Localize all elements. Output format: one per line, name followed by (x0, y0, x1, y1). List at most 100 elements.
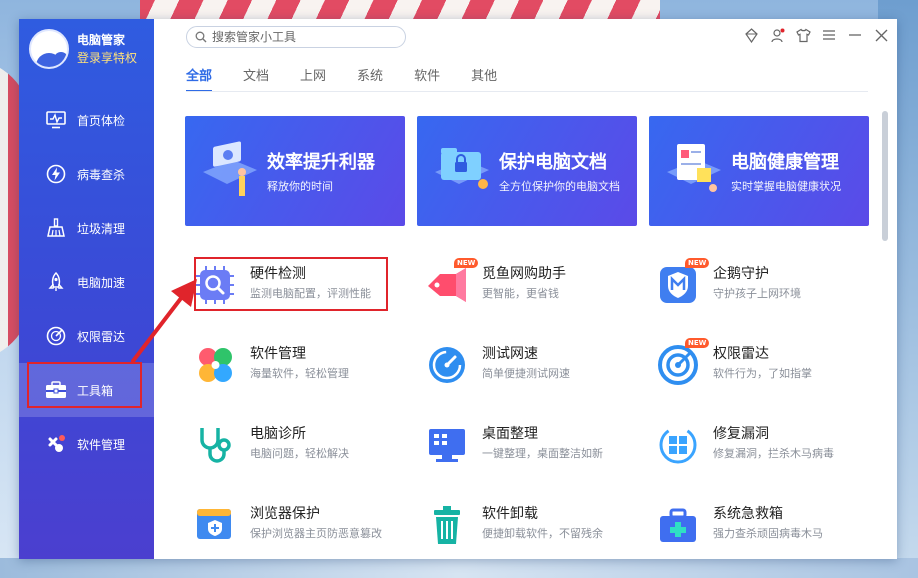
sidebar-item-label: 首页体检 (77, 113, 126, 128)
tool-desc: 简单便捷测试网速 (482, 367, 570, 380)
banner-efficiency[interactable]: 效率提升利器 释放你的时间 (185, 116, 405, 226)
broom-icon (45, 217, 67, 239)
new-badge: NEW (685, 258, 710, 268)
banner-title: 效率提升利器 (267, 152, 375, 173)
banner-row: 效率提升利器 释放你的时间 保护电脑文档 全方位保护你的电脑文档 电脑健康管理 … (185, 116, 869, 226)
tool-uninstall-software[interactable]: 软件卸载 便捷卸载软件，不留残余 (426, 504, 646, 559)
trash-icon (426, 504, 468, 546)
tool-system-first-aid[interactable]: 系统急救箱 强力查杀顽固病毒木马 (657, 504, 877, 559)
tool-name: 电脑诊所 (250, 426, 306, 442)
banner-title: 保护电脑文档 (499, 152, 607, 173)
background-balloon-top (140, 0, 660, 20)
tool-name: 浏览器保护 (250, 506, 320, 522)
banner-subtitle: 实时掌握电脑健康状况 (731, 180, 841, 193)
desktop-grid-icon (426, 424, 468, 466)
tool-desc: 便捷卸载软件，不留残余 (482, 527, 603, 540)
banner-health-manage[interactable]: 电脑健康管理 实时掌握电脑健康状况 (649, 116, 869, 226)
tool-name: 企鹅守护 (713, 266, 769, 282)
tool-speed-test[interactable]: 测试网速 简单便捷测试网速 (426, 344, 646, 404)
search-icon (195, 28, 207, 47)
tool-pc-clinic[interactable]: 电脑诊所 电脑问题，轻松解决 (194, 424, 414, 484)
sidebar-item-junk-clean[interactable]: 垃圾清理 (19, 201, 154, 255)
sidebar-item-software-manager[interactable]: 软件管理 (19, 417, 154, 471)
new-badge: NEW (454, 258, 479, 268)
app-window: 电脑管家 登录享特权 首页体检 病毒查杀 垃圾清理 电脑加速 权限雷达 工具箱 … (19, 19, 897, 559)
tool-name: 权限雷达 (713, 346, 769, 362)
banner-title: 电脑健康管理 (731, 152, 839, 173)
folder-lock-illustration (435, 148, 489, 189)
tool-desktop-organize[interactable]: 桌面整理 一键整理，桌面整洁如新 (426, 424, 646, 484)
lightning-shield-icon (45, 163, 67, 185)
sidebar-item-label: 软件管理 (77, 437, 126, 452)
stethoscope-icon (194, 424, 236, 466)
tool-desc: 海量软件，轻松管理 (250, 367, 349, 380)
laptop-person-illustration (203, 141, 257, 196)
profile[interactable]: 电脑管家 登录享特权 (29, 29, 137, 69)
fish-tag-icon: NEW (426, 258, 479, 306)
speedometer-icon (426, 344, 468, 386)
tab-internet[interactable]: 上网 (300, 65, 326, 92)
tab-other[interactable]: 其他 (471, 65, 497, 92)
tool-desc: 守护孩子上网环境 (713, 287, 801, 300)
sidebar-item-label: 电脑加速 (77, 275, 126, 290)
tool-software-manager[interactable]: 软件管理 海量软件，轻松管理 (194, 344, 414, 404)
tool-name: 测试网速 (482, 346, 538, 362)
tab-documents[interactable]: 文档 (243, 65, 269, 92)
highlight-box-toolbox (27, 362, 142, 408)
tab-software[interactable]: 软件 (414, 65, 440, 92)
skin-diamond-icon[interactable] (743, 27, 759, 43)
tool-desc: 修复漏洞，拦杀木马病毒 (713, 447, 834, 460)
health-report-illustration (667, 144, 721, 192)
shirt-skin-icon[interactable] (795, 27, 811, 43)
sidebar-item-home-checkup[interactable]: 首页体检 (19, 93, 154, 147)
search-box[interactable] (186, 26, 406, 48)
tool-shopping-assistant[interactable]: NEW 觅鱼网购助手 更智能，更省钱 (426, 258, 646, 324)
windows-repair-icon (657, 424, 699, 466)
banner-subtitle: 释放你的时间 (267, 180, 333, 193)
tool-desc: 保护浏览器主页防恶意篡改 (250, 527, 382, 540)
highlight-box-hardware-check (194, 257, 388, 311)
tool-desc: 更智能，更省钱 (482, 287, 559, 300)
tool-name: 系统急救箱 (713, 506, 783, 522)
new-badge: NEW (685, 338, 710, 348)
tab-divider (186, 91, 868, 92)
monitor-icon (45, 109, 67, 131)
sidebar-item-label: 权限雷达 (77, 329, 126, 344)
radar-icon (45, 325, 67, 347)
menu-icon[interactable] (821, 27, 837, 43)
apps-icon (45, 433, 67, 455)
close-icon[interactable] (873, 27, 889, 43)
tab-system[interactable]: 系统 (357, 65, 383, 92)
tool-name: 软件卸载 (482, 506, 538, 522)
browser-shield-icon (194, 504, 236, 546)
shield-m-icon: NEW (657, 258, 710, 306)
tool-name: 修复漏洞 (713, 426, 769, 442)
tool-desc: 电脑问题，轻松解决 (250, 447, 349, 460)
radar-icon: NEW (657, 338, 710, 386)
tool-penguin-guard[interactable]: NEW 企鹅守护 守护孩子上网环境 (657, 258, 877, 324)
rocket-icon (45, 271, 67, 293)
tab-all[interactable]: 全部 (186, 65, 213, 92)
search-input[interactable] (212, 30, 392, 44)
annotation-arrow (131, 279, 197, 363)
first-aid-icon (657, 504, 699, 546)
tool-desc: 一键整理，桌面整洁如新 (482, 447, 603, 460)
banner-document-protect[interactable]: 保护电脑文档 全方位保护你的电脑文档 (417, 116, 637, 226)
tool-fix-vulnerability[interactable]: 修复漏洞 修复漏洞，拦杀木马病毒 (657, 424, 877, 484)
sidebar-item-virus-scan[interactable]: 病毒查杀 (19, 147, 154, 201)
tool-permission-radar[interactable]: NEW 权限雷达 软件行为，了如指掌 (657, 338, 877, 404)
banner-subtitle: 全方位保护你的电脑文档 (499, 180, 620, 193)
user-service-icon[interactable] (769, 27, 785, 43)
scrollbar[interactable] (882, 111, 888, 241)
tool-browser-protect[interactable]: 浏览器保护 保护浏览器主页防恶意篡改 (194, 504, 414, 559)
login-vip-link[interactable]: 登录享特权 (77, 49, 137, 67)
avatar[interactable] (29, 29, 69, 69)
main-content: 全部 文档 上网 系统 软件 其他 效率提升利器 释放你的时间 (154, 19, 897, 559)
sidebar-item-label: 病毒查杀 (77, 167, 126, 182)
category-tabs: 全部 文档 上网 系统 软件 其他 (186, 65, 528, 92)
tool-name: 桌面整理 (482, 426, 538, 442)
tool-name: 觅鱼网购助手 (482, 266, 566, 282)
background-ground (0, 558, 918, 578)
tool-desc: 软件行为，了如指掌 (713, 367, 812, 380)
minimize-icon[interactable] (847, 27, 863, 43)
